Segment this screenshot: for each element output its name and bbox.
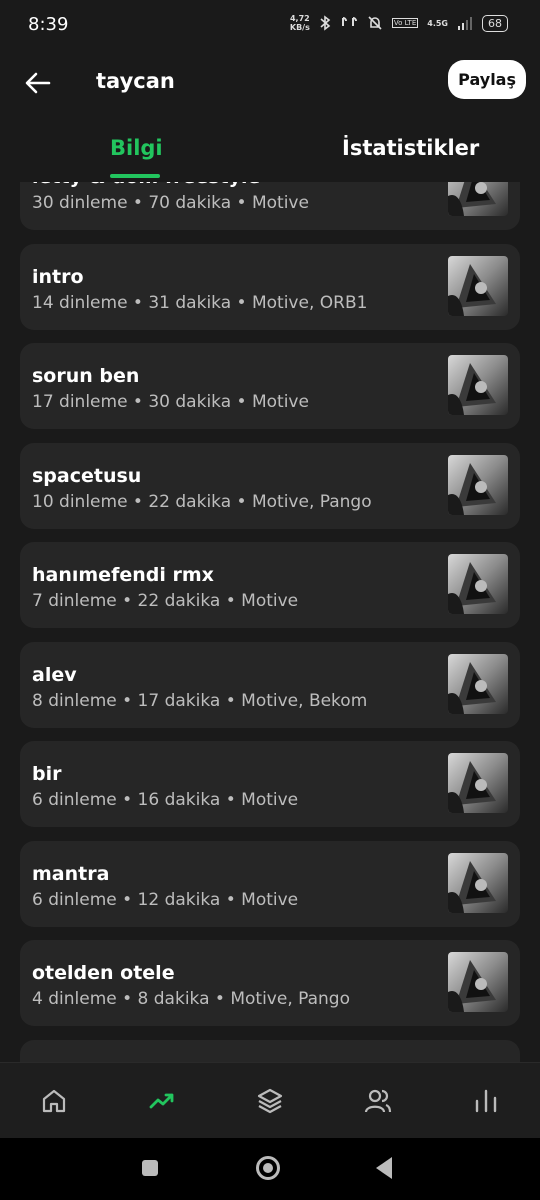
volte-icon: Vo LTE	[391, 18, 419, 28]
track-card[interactable]: hanımefendi rmx 7 dinleme • 22 dakika • M…	[20, 542, 520, 628]
track-stats: 8 dinleme • 17 dakika • Motive, Bekom	[32, 690, 368, 711]
signal-icon	[458, 17, 472, 30]
album-art-image	[448, 852, 508, 913]
track-stats: 10 dinleme • 22 dakika • Motive, Pango	[32, 491, 372, 512]
album-art-image	[448, 952, 508, 1012]
share-button[interactable]: Paylaş	[448, 60, 526, 99]
tab-bilgi[interactable]: Bilgi	[110, 136, 163, 160]
track-card[interactable]: bir 6 dinleme • 16 dakika • Motive	[20, 741, 520, 827]
nav-home[interactable]	[24, 1071, 84, 1131]
track-stats: 7 dinleme • 22 dakika • Motive	[32, 591, 299, 611]
system-nav-bar	[0, 1138, 540, 1200]
bar-chart-icon	[475, 1089, 497, 1113]
status-bar: 8:39 4,72 KB/s Vo LTE 4.5G 68	[0, 0, 540, 52]
recent-apps-button[interactable]	[142, 1160, 158, 1176]
track-stats: 30 dinleme • 70 dakika • Motive	[32, 193, 309, 213]
signal-label: 4.5G	[427, 18, 448, 28]
nav-library[interactable]	[240, 1071, 300, 1131]
page-title: taycan	[96, 69, 175, 93]
track-stats: 14 dinleme • 31 dakika • Motive, ORB1	[32, 292, 368, 313]
status-time: 8:39	[28, 14, 69, 35]
track-card[interactable]	[20, 1039, 520, 1062]
back-button[interactable]	[22, 67, 54, 99]
layers-icon	[257, 1088, 283, 1114]
track-list[interactable]: letty & dom freestyle 30 dinleme • 70 dak…	[0, 182, 540, 1062]
track-title: intro	[32, 265, 84, 288]
home-icon	[42, 1089, 66, 1113]
track-title: hanımefendi rmx	[32, 564, 214, 586]
album-art-image	[448, 355, 508, 415]
track-stats: 6 dinleme • 12 dakika • Motive	[32, 889, 299, 910]
tab-bar: Bilgi İstatistikler	[0, 122, 540, 182]
album-art-image	[448, 753, 508, 813]
track-title: spacetusu	[32, 464, 142, 487]
nav-stats[interactable]	[456, 1071, 516, 1131]
track-list-inner: letty & dom freestyle 30 dinleme • 70 dak…	[20, 182, 520, 1062]
track-title: bir	[32, 763, 62, 785]
nav-trending[interactable]	[132, 1071, 192, 1131]
album-art-image	[448, 454, 508, 515]
mute-icon	[368, 16, 382, 30]
track-card[interactable]: mantra 6 dinleme • 12 dakika • Motive	[20, 840, 520, 927]
track-card[interactable]: otelden otele 4 dinleme • 8 dakika • Moti…	[20, 940, 520, 1026]
track-title: otelden otele	[32, 962, 175, 984]
album-art-image	[448, 255, 508, 316]
track-card[interactable]: intro 14 dinleme • 31 dakika • Motive, OR…	[20, 243, 520, 330]
track-stats: 4 dinleme • 8 dakika • Motive, Pango	[32, 989, 350, 1009]
trending-icon	[149, 1093, 174, 1109]
track-card[interactable]: spacetusu 10 dinleme • 22 dakika • Motive…	[20, 442, 520, 529]
status-icons: 4,72 KB/s Vo LTE 4.5G 68	[290, 14, 508, 32]
track-stats: 6 dinleme • 16 dakika • Motive	[32, 790, 299, 810]
tab-istatistikler[interactable]: İstatistikler	[342, 136, 479, 160]
nav-friends[interactable]	[348, 1071, 408, 1131]
album-art-image	[448, 653, 508, 714]
arrow-left-icon	[25, 72, 51, 94]
track-title: sorun ben	[32, 365, 140, 387]
header: taycan Paylaş	[0, 52, 540, 114]
earbuds-icon	[341, 17, 357, 26]
system-back-button[interactable]	[376, 1157, 392, 1179]
track-title: letty & dom freestyle	[32, 182, 260, 188]
track-stats: 17 dinleme • 30 dakika • Motive	[32, 392, 309, 412]
home-button[interactable]	[256, 1156, 280, 1180]
network-speed: 4,72 KB/s	[289, 14, 310, 32]
bottom-nav	[0, 1062, 540, 1139]
album-art-image	[448, 554, 508, 614]
bluetooth-icon	[320, 15, 331, 31]
album-art-image	[448, 182, 508, 216]
battery-indicator: 68	[482, 14, 508, 32]
track-card[interactable]: letty & dom freestyle 30 dinleme • 70 dak…	[20, 182, 520, 230]
friends-icon	[364, 1089, 392, 1113]
active-tab-indicator	[110, 174, 160, 178]
track-card[interactable]: sorun ben 17 dinleme • 30 dakika • Motive	[20, 343, 520, 429]
track-title: alev	[32, 663, 77, 686]
track-title: mantra	[32, 862, 110, 885]
track-card[interactable]: alev 8 dinleme • 17 dakika • Motive, Beko…	[20, 641, 520, 728]
